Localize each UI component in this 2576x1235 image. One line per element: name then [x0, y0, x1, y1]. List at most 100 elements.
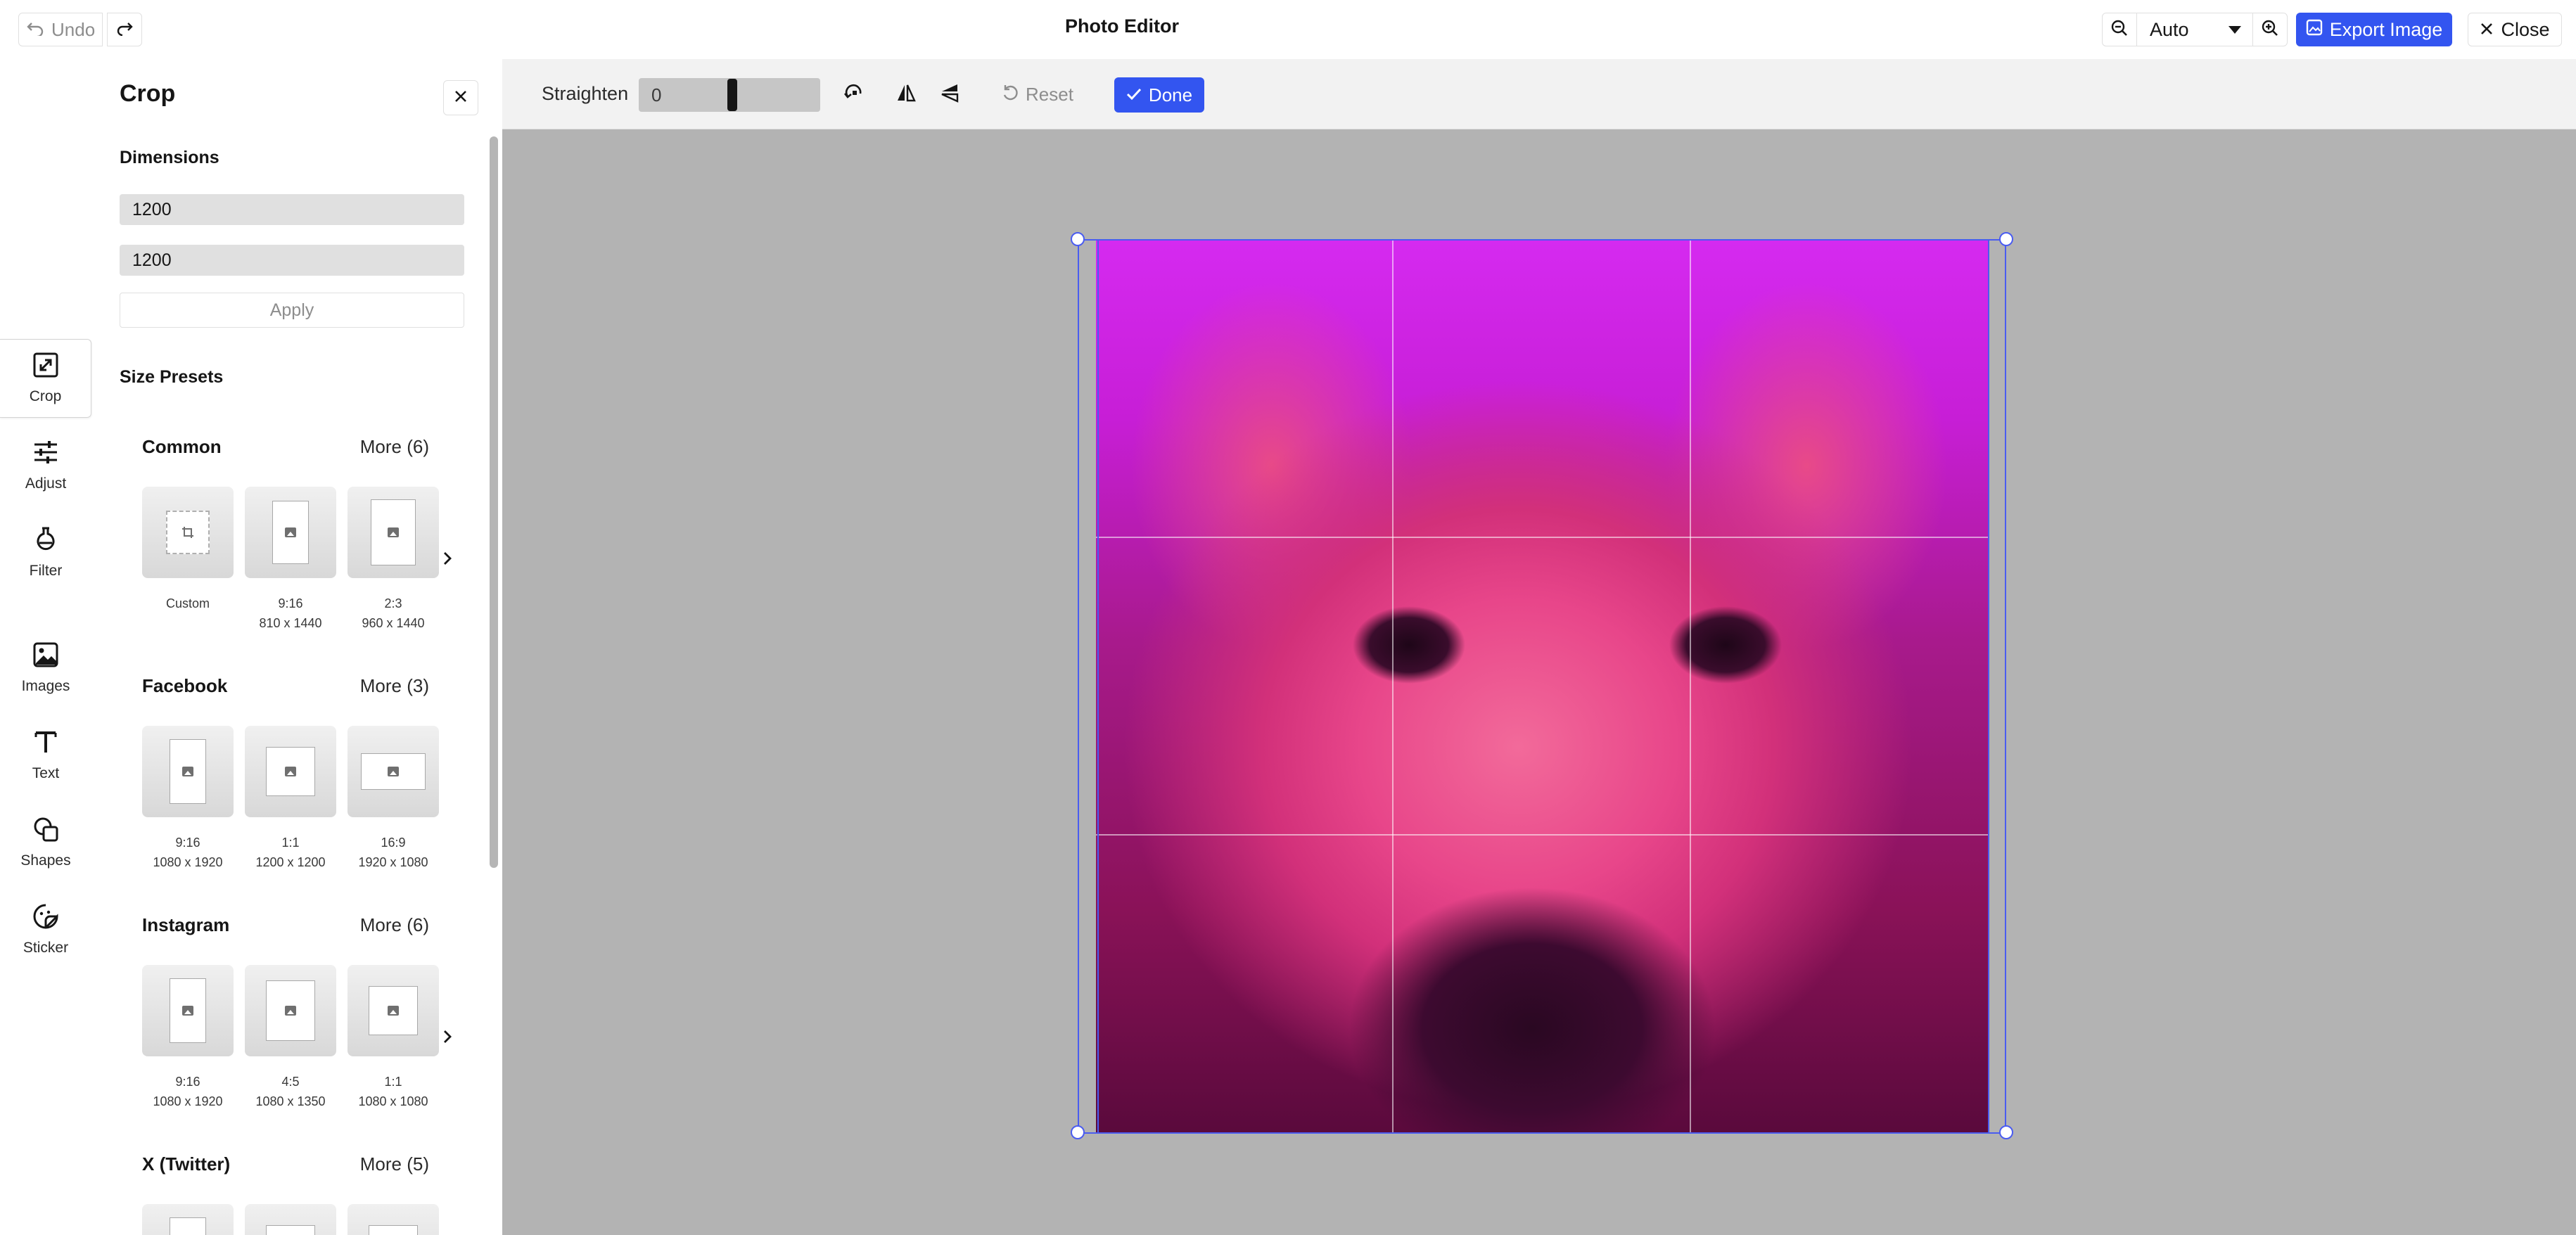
preset-9-16[interactable]: 9:16 810 x 1440 [245, 487, 336, 633]
preset-ratio: 2:3 [384, 596, 402, 610]
preset-ratio: 9:16 [175, 1075, 200, 1089]
preset-9-16[interactable]: 9:16 1080 x 1920 [142, 726, 234, 872]
done-button[interactable]: Done [1114, 77, 1204, 113]
nav-label: Crop [29, 388, 62, 404]
crop-frame[interactable] [1078, 239, 2006, 1134]
export-icon [2306, 19, 2323, 41]
width-input[interactable] [120, 194, 464, 225]
dimensions-label: Dimensions [120, 148, 219, 167]
panel-scrollbar[interactable] [490, 136, 498, 868]
custom-crop-icon [166, 511, 210, 554]
preset-group-title: Common [142, 436, 222, 457]
export-image-button[interactable]: Export Image [2296, 13, 2452, 46]
chevron-right-icon[interactable] [435, 1024, 460, 1049]
reset-button[interactable]: Reset [990, 77, 1085, 111]
zoom-out-icon [2110, 19, 2129, 41]
apply-button[interactable]: Apply [120, 293, 464, 328]
preset-tile [245, 487, 336, 578]
nav-item-crop[interactable]: Crop [0, 339, 91, 418]
preset-tile [142, 726, 234, 817]
flip-vertical-icon [939, 82, 960, 107]
reset-icon [1002, 84, 1019, 105]
straighten-handle[interactable] [727, 79, 737, 111]
crop-handle-bottom-right[interactable] [1999, 1125, 2013, 1139]
preset-9-16[interactable]: 9:16 1080 x 1920 [142, 965, 234, 1111]
preset-custom[interactable]: Custom [142, 487, 234, 613]
zoom-out-button[interactable] [2102, 13, 2137, 46]
image-icon [361, 753, 426, 790]
tool-sidebar: Crop Adjust Filter Images Text Shapes St… [0, 59, 98, 1235]
crop-handle-bottom-left[interactable] [1071, 1125, 1085, 1139]
done-label: Done [1148, 84, 1193, 105]
nav-label: Filter [29, 563, 63, 579]
image-icon [32, 641, 59, 672]
image-icon [170, 739, 206, 804]
image-icon [266, 1225, 315, 1235]
more-link[interactable]: More (3) [359, 675, 429, 697]
preset-tile-partial[interactable] [142, 1204, 234, 1235]
close-button[interactable]: Close [2468, 13, 2562, 46]
crop-handle-top-left[interactable] [1071, 232, 1085, 246]
flip-horizontal-button[interactable] [892, 80, 920, 108]
preset-16-9[interactable]: 16:9 1920 x 1080 [347, 726, 439, 872]
nav-item-images[interactable]: Images [0, 629, 91, 708]
preset-size: 1920 x 1080 [358, 855, 428, 869]
preset-tile [347, 487, 439, 578]
straighten-value: 0 [651, 84, 662, 105]
crop-handle-top-right[interactable] [1999, 232, 2013, 246]
preset-2-3[interactable]: 2:3 960 x 1440 [347, 487, 439, 633]
preset-group-title: Facebook [142, 675, 228, 696]
nav-item-adjust[interactable]: Adjust [0, 426, 91, 505]
preset-tile-partial[interactable] [347, 1204, 439, 1235]
more-link[interactable]: More (6) [359, 436, 429, 458]
preset-size: 810 x 1440 [259, 616, 322, 630]
close-icon [2480, 19, 2494, 41]
zoom-in-button[interactable] [2252, 13, 2288, 46]
image-icon [369, 986, 418, 1035]
nav-label: Shapes [20, 852, 71, 869]
close-label: Close [2501, 18, 2550, 40]
preset-tile [142, 965, 234, 1056]
height-input[interactable] [120, 245, 464, 276]
panel-title: Crop [120, 80, 176, 107]
flip-vertical-button[interactable] [936, 80, 964, 108]
crop-inner-frame [1097, 241, 1989, 1132]
preset-tile [245, 726, 336, 817]
zoom-value: Auto [2150, 18, 2189, 40]
chevron-right-icon[interactable] [435, 546, 460, 571]
zoom-in-icon [2261, 19, 2279, 41]
image-icon [266, 747, 315, 796]
preset-1-1[interactable]: 1:1 1080 x 1080 [347, 965, 439, 1111]
preset-1-1[interactable]: 1:1 1200 x 1200 [245, 726, 336, 872]
flip-horizontal-icon [895, 82, 917, 107]
preset-4-5[interactable]: 4:5 1080 x 1350 [245, 965, 336, 1111]
preset-size: 960 x 1440 [362, 616, 425, 630]
zoom-select[interactable]: Auto [2137, 13, 2252, 46]
nav-item-filter[interactable]: Filter [0, 513, 91, 592]
top-bar: Undo Photo Editor Auto Export Image Clos… [0, 0, 2576, 59]
nav-label: Sticker [23, 940, 69, 956]
preset-size: 1080 x 1920 [153, 855, 223, 869]
check-icon [1126, 84, 1142, 106]
preset-tile-partial[interactable] [245, 1204, 336, 1235]
more-link[interactable]: More (5) [359, 1153, 429, 1175]
preset-size: 1080 x 1350 [255, 1094, 326, 1108]
preset-group-title: Instagram [142, 914, 230, 935]
preset-tile [347, 726, 439, 817]
straighten-label: Straighten [542, 83, 629, 104]
text-icon [32, 729, 59, 760]
nav-item-shapes[interactable]: Shapes [0, 803, 91, 882]
image-icon [371, 499, 416, 565]
preset-size: 1200 x 1200 [255, 855, 326, 869]
shapes-icon [32, 816, 59, 847]
more-link[interactable]: More (6) [359, 914, 429, 936]
nav-label: Images [21, 678, 70, 694]
nav-item-text[interactable]: Text [0, 716, 91, 795]
crop-toolbar: Straighten 0 Reset Done [502, 59, 2576, 129]
rotate-button[interactable] [840, 80, 868, 108]
size-presets-label: Size Presets [120, 367, 224, 387]
nav-item-sticker[interactable]: Sticker [0, 890, 91, 969]
preset-tile [347, 965, 439, 1056]
preset-tile [142, 1204, 234, 1235]
panel-close-button[interactable] [443, 80, 478, 115]
